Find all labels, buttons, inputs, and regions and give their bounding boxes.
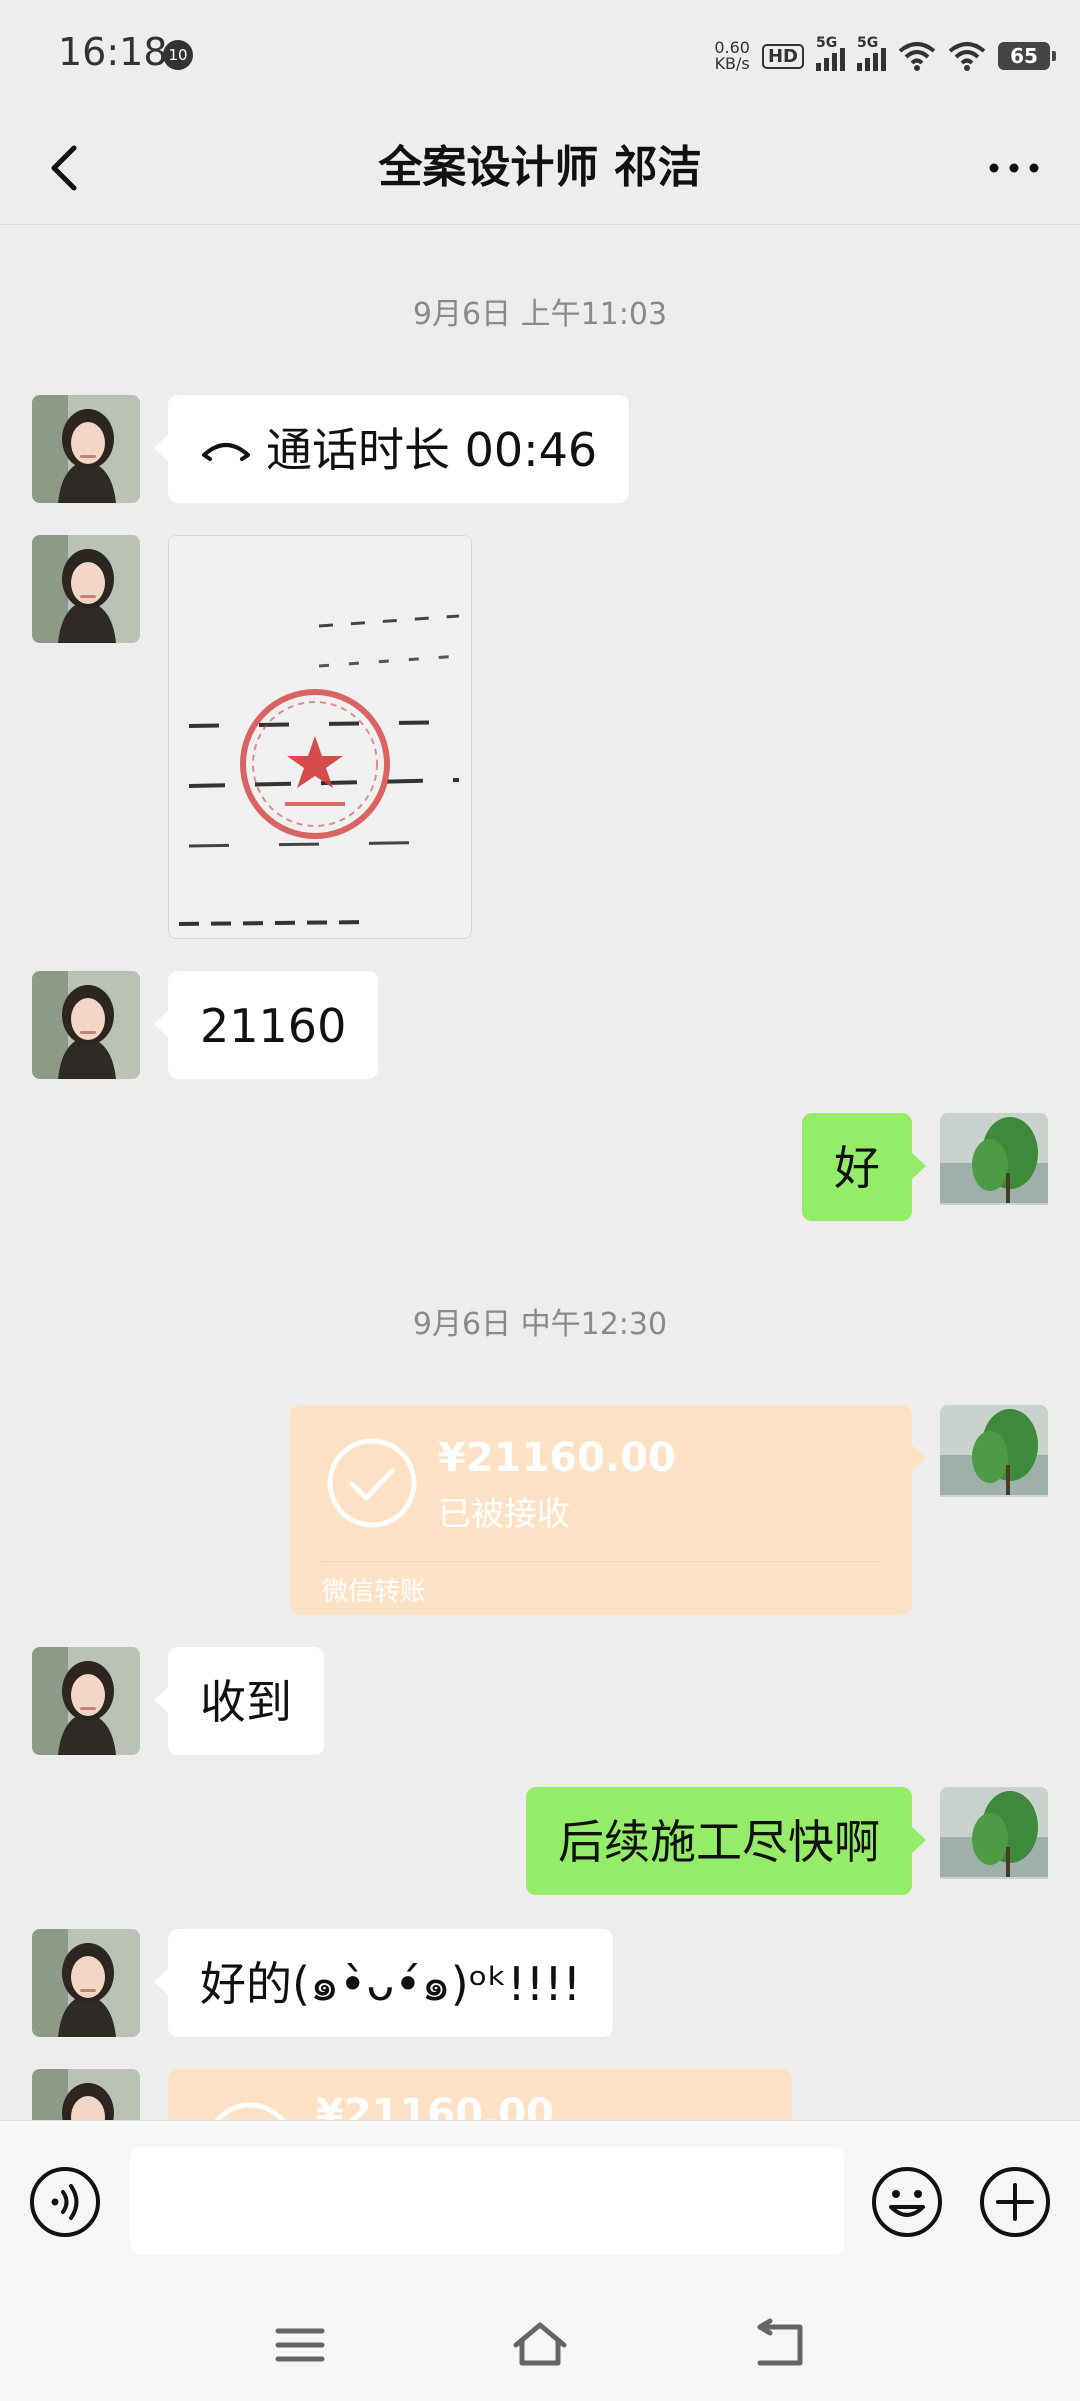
signal-icon-2: 5G <box>857 35 886 71</box>
check-circle-icon <box>327 1438 417 1528</box>
stamped-document-image <box>169 536 471 938</box>
contact-avatar[interactable] <box>32 535 140 643</box>
hd-icon: HD <box>761 43 804 69</box>
system-nav-bar <box>0 2289 1080 2401</box>
text-message-bubble[interactable]: 21160 <box>153 971 379 1079</box>
wifi-icon-2 <box>948 42 986 71</box>
timestamp: 9月6日 上午11:03 <box>412 297 668 332</box>
timestamp: 9月6日 中午12:30 <box>412 1307 668 1342</box>
input-bar <box>0 2120 1080 2401</box>
transfer-divider <box>322 1561 880 1562</box>
text-message-bubble[interactable]: 好的(๑•̀ᴗ•́๑)ᵒᵏ!!!! <box>153 1929 614 2037</box>
text-message-bubble[interactable]: 后续施工尽快啊 <box>526 1787 926 1895</box>
transfer-amount: ¥21160.00 <box>438 1435 676 1481</box>
signal-icon-1: 5G <box>816 35 845 71</box>
plus-icon[interactable] <box>978 2165 1052 2239</box>
my-avatar[interactable] <box>940 1405 1048 1513</box>
my-avatar[interactable] <box>940 1113 1048 1221</box>
sim2-label: 5G <box>857 35 879 51</box>
more-dots-icon[interactable] <box>984 136 1044 200</box>
sim1-label: 5G <box>816 35 838 51</box>
net-speed-unit: KB/s <box>714 54 750 73</box>
contact-avatar[interactable] <box>32 971 140 1079</box>
contact-avatar[interactable] <box>32 1647 140 1755</box>
message-input[interactable] <box>130 2147 844 2255</box>
check-circle-icon <box>214 2102 286 2120</box>
voice-icon[interactable] <box>28 2165 102 2239</box>
home-icon[interactable] <box>510 2317 570 2373</box>
my-avatar[interactable] <box>940 1787 1048 1895</box>
text-message-bubble[interactable]: 好 <box>802 1113 926 1221</box>
notification-badge: 10 <box>163 40 193 70</box>
transfer-card[interactable]: ¥21160.00 已被接收 微信转账 <box>290 1405 926 1615</box>
chat-title: 全案设计师 祁洁 <box>378 142 702 193</box>
transfer-status: 已被接收 <box>438 1494 570 1533</box>
message-text: 好的(๑•̀ᴗ•́๑)ᵒᵏ!!!! <box>200 1957 582 2011</box>
text-message-bubble[interactable]: 收到 <box>154 1647 324 1755</box>
contact-avatar[interactable] <box>32 395 140 503</box>
contact-avatar[interactable] <box>32 1929 140 2037</box>
status-bar: 16:18 10 0.60 KB/s HD 5G 5G 65 <box>0 0 1080 112</box>
battery-icon: 65 <box>998 42 1056 70</box>
phone-hangup-icon <box>202 443 250 461</box>
message-text: 21160 <box>200 999 347 1053</box>
emoji-icon[interactable] <box>870 2165 944 2239</box>
call-message-bubble[interactable]: 通话时长 00:46 <box>153 395 630 503</box>
contact-avatar[interactable] <box>32 2069 140 2120</box>
status-time: 16:18 <box>58 30 168 74</box>
call-duration-text: 通话时长 00:46 <box>266 423 598 477</box>
transfer-amount: ¥21160.00 <box>316 2091 554 2120</box>
menu-icon[interactable] <box>270 2317 330 2373</box>
status-icons: 0.60 KB/s HD 5G 5G 65 <box>714 30 1056 82</box>
net-speed: 0.60 KB/s <box>714 40 750 72</box>
message-text: 好 <box>834 1141 880 1195</box>
transfer-card[interactable]: ¥21160.00 <box>168 2069 792 2120</box>
message-text: 后续施工尽快啊 <box>558 1815 880 1869</box>
message-text: 收到 <box>200 1675 292 1729</box>
transfer-label: 微信转账 <box>322 1577 427 1607</box>
chat-area[interactable]: 9月6日 上午11:03 通话时长 00:46 21160 好 9月6日 中午1… <box>0 225 1080 2120</box>
document-photo-message[interactable] <box>168 535 472 939</box>
wifi-icon-1 <box>898 42 936 71</box>
back-icon[interactable] <box>750 2317 810 2373</box>
title-bar: 全案设计师 祁洁 <box>0 112 1080 225</box>
